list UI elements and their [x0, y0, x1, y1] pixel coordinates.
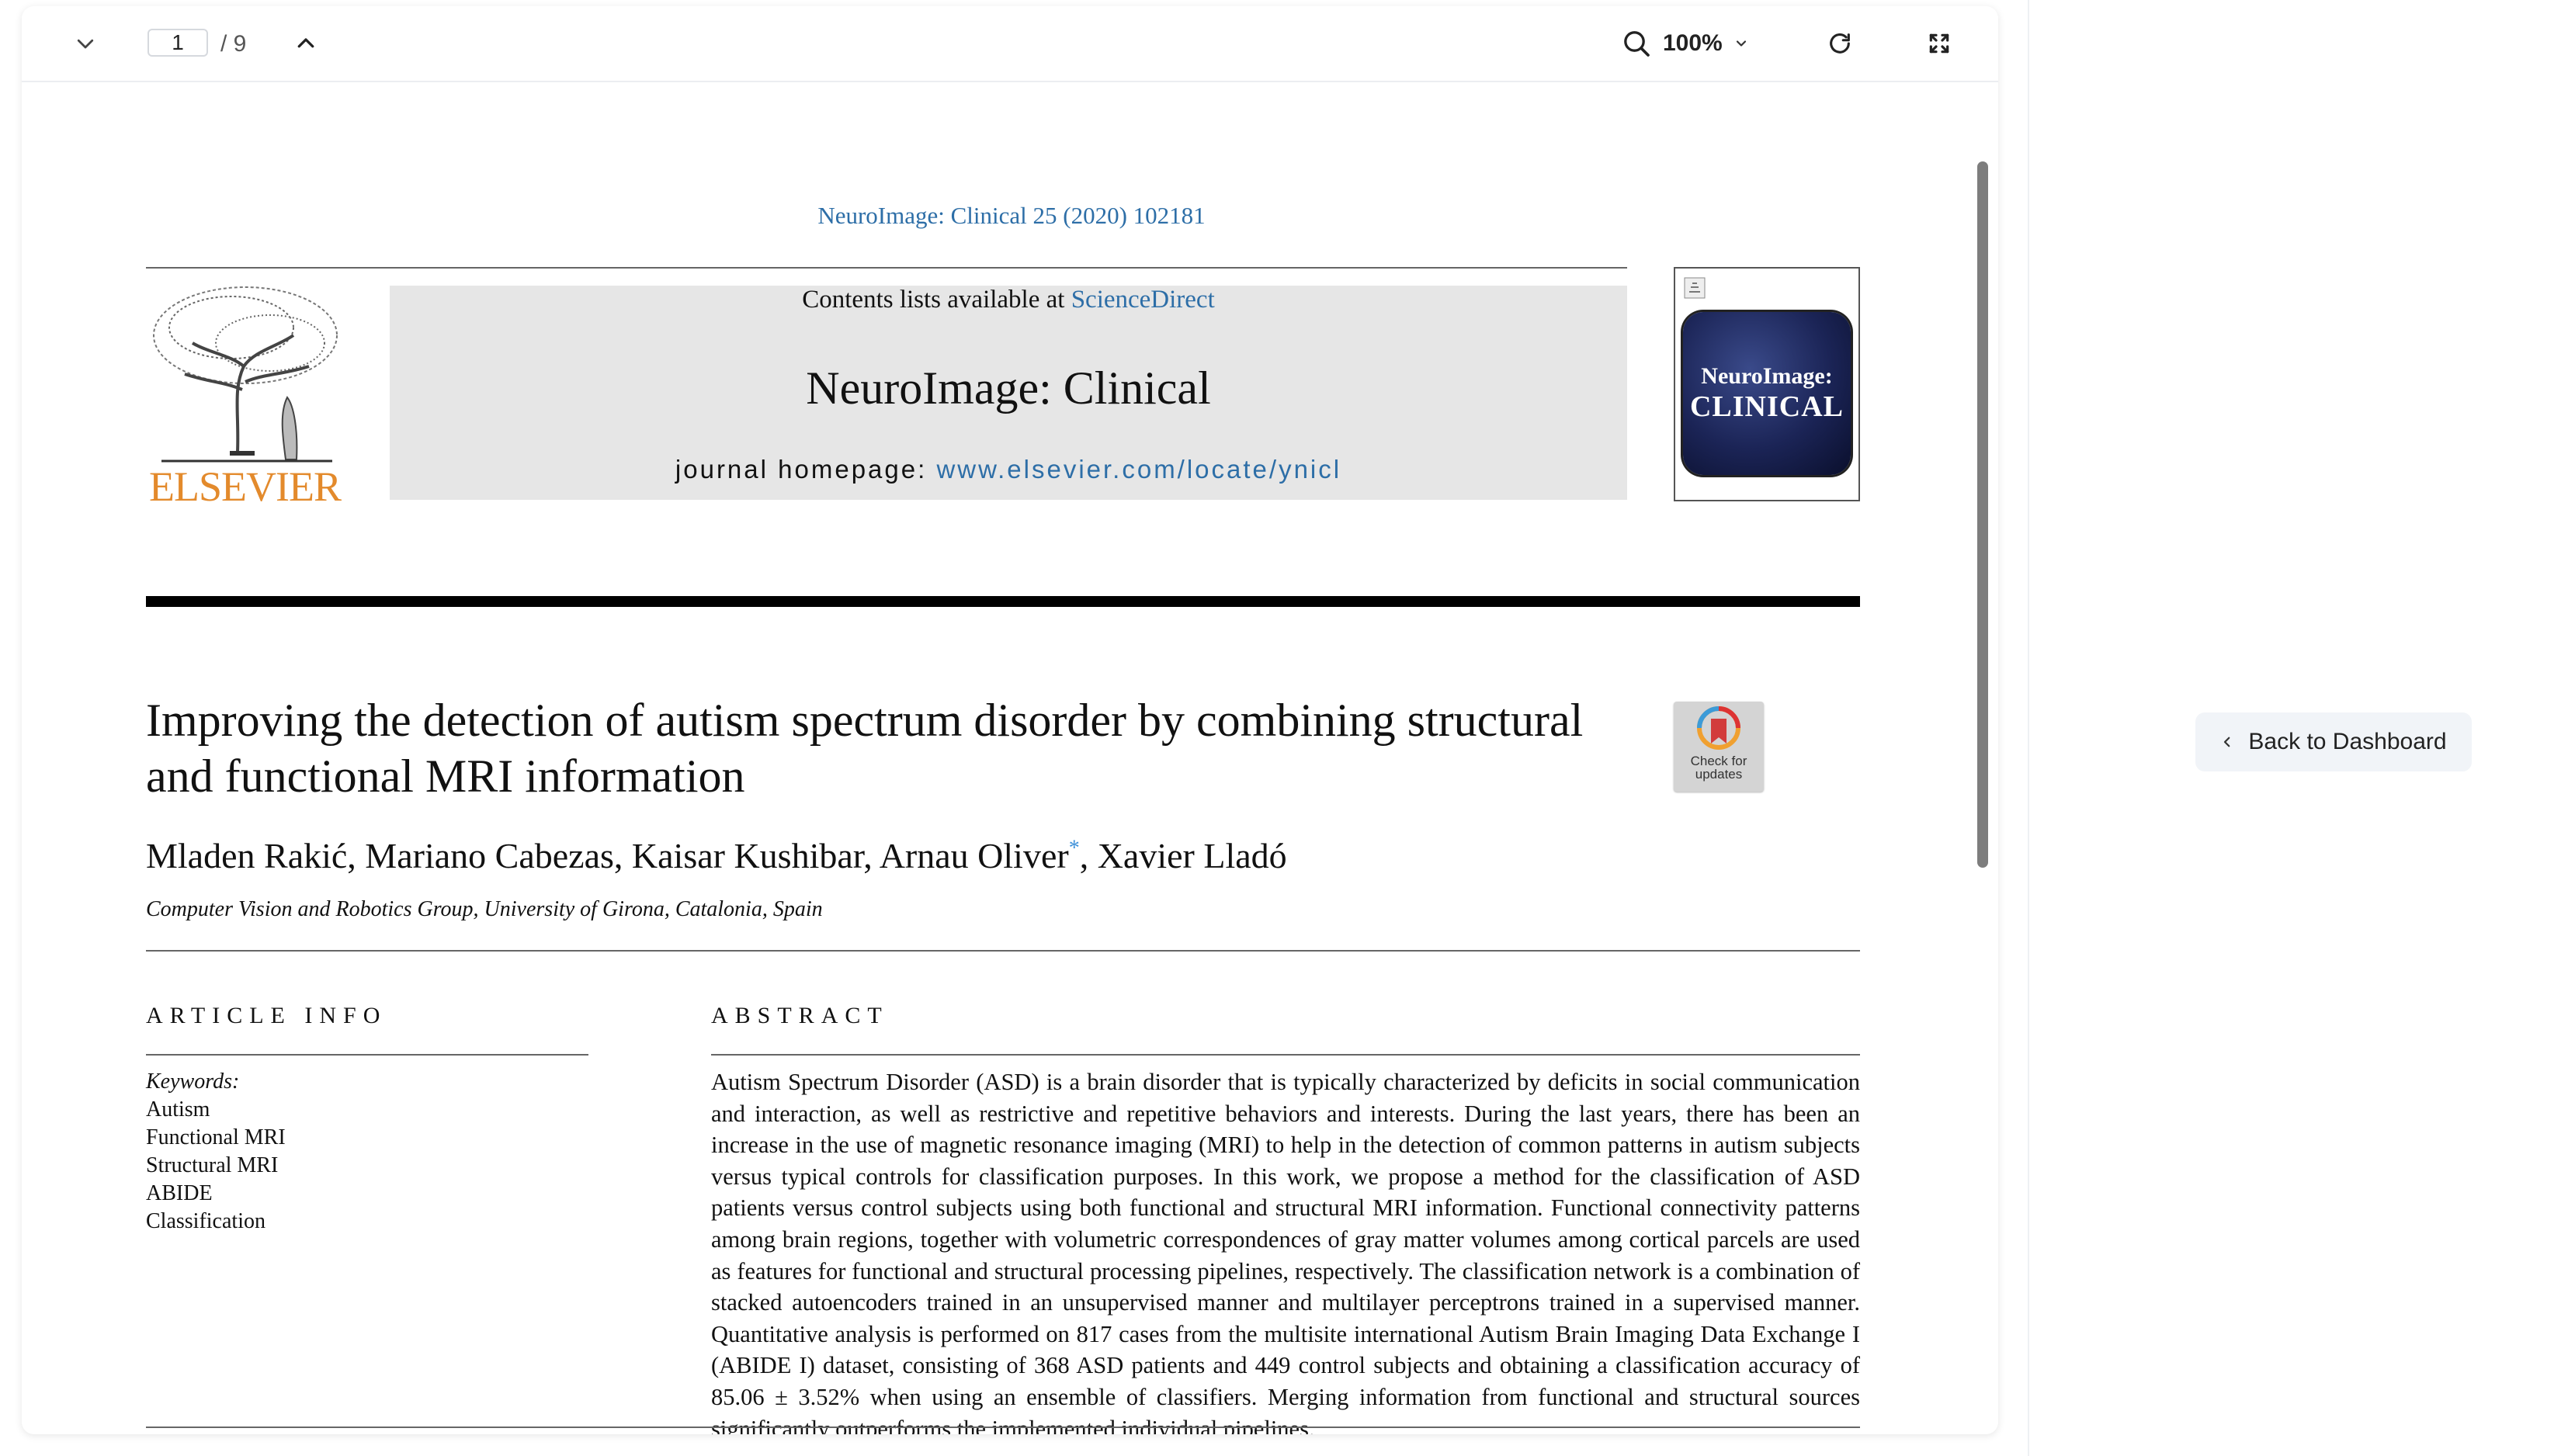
cover-logo-icon — [1684, 277, 1706, 299]
journal-name: NeuroImage: Clinical — [806, 362, 1211, 414]
cover-title-line2: CLINICAL — [1689, 390, 1844, 423]
elsevier-tree-logo — [153, 286, 338, 463]
vertical-scrollbar[interactable] — [1977, 161, 1988, 868]
chevron-down-icon — [1736, 40, 1746, 47]
chevron-down-icon — [77, 39, 94, 49]
page-total: / 9 — [220, 31, 247, 57]
refresh-icon — [1830, 33, 1850, 54]
header-rule — [146, 267, 1627, 269]
authors-part1: Mladen Rakić, Mariano Cabezas, Kaisar Ku… — [146, 836, 1069, 875]
article-info-rule — [146, 1054, 588, 1056]
keywords-heading: Keywords: — [146, 1069, 240, 1094]
badge-label: Check for updates — [1674, 754, 1764, 781]
corresponding-author-mark[interactable]: * — [1069, 837, 1080, 861]
abstract-rule — [711, 1054, 1860, 1056]
check-for-updates-badge[interactable]: Check for updates — [1674, 702, 1764, 792]
chevron-up-icon — [297, 38, 314, 48]
badge-label-line2: updates — [1695, 767, 1743, 782]
abstract-end-rule — [146, 1427, 1860, 1428]
section-divider — [146, 950, 1860, 952]
keyword-item: Autism — [146, 1097, 210, 1121]
keyword-item: Functional MRI — [146, 1125, 286, 1149]
page-number-input[interactable] — [147, 29, 208, 57]
pdf-page: NeuroImage: Clinical 25 (2020) 102181 EL… — [22, 82, 1970, 1434]
pdf-viewer: / 9 100% NeuroImage: Clinical 25 (2020) … — [22, 6, 1998, 1434]
badge-label-line1: Check for — [1690, 754, 1747, 768]
check-updates-icon — [1697, 706, 1740, 750]
header-thick-rule — [146, 596, 1860, 607]
sciencedirect-link[interactable]: ScienceDirect — [1071, 286, 1215, 314]
next-page-button[interactable] — [68, 26, 102, 61]
panel-divider — [2028, 0, 2029, 1456]
affiliation: Computer Vision and Robotics Group, Univ… — [146, 897, 823, 921]
viewer-toolbar: / 9 100% — [22, 6, 1998, 82]
journal-cover: NeuroImage: CLINICAL — [1674, 267, 1860, 501]
keyword-item: ABIDE — [146, 1181, 213, 1205]
keyword-item: Classification — [146, 1209, 265, 1233]
abstract-heading: ABSTRACT — [711, 1003, 889, 1028]
cover-title-line1: NeuroImage: — [1701, 363, 1833, 389]
previous-page-button[interactable] — [289, 26, 323, 61]
article-info-heading: ARTICLE INFO — [146, 1003, 387, 1028]
contents-prefix: Contents lists available at — [802, 286, 1071, 314]
zoom-dropdown[interactable]: 100% — [1621, 26, 1749, 61]
fullscreen-button[interactable] — [1922, 26, 1956, 61]
authors-part2: , Xavier Lladó — [1079, 836, 1287, 875]
zoom-level: 100% — [1663, 30, 1723, 56]
chevron-left-icon — [2224, 737, 2230, 747]
homepage-link[interactable]: www.elsevier.com/locate/ynicl — [936, 455, 1341, 484]
authors: Mladen Rakić, Mariano Cabezas, Kaisar Ku… — [146, 835, 1287, 876]
keyword-item: Structural MRI — [146, 1153, 279, 1177]
search-icon — [1624, 31, 1650, 57]
elsevier-wordmark: ELSEVIER — [149, 463, 342, 510]
homepage-prefix: journal homepage: — [675, 455, 937, 484]
cover-artwork: NeuroImage: CLINICAL — [1683, 312, 1851, 475]
homepage-line: journal homepage: www.elsevier.com/locat… — [390, 455, 1627, 484]
abstract-text: Autism Spectrum Disorder (ASD) is a brai… — [711, 1069, 1860, 1434]
pdf-page-area[interactable]: NeuroImage: Clinical 25 (2020) 102181 EL… — [22, 82, 1998, 1434]
back-to-dashboard-button[interactable]: Back to Dashboard — [2195, 712, 2472, 771]
rotate-button[interactable] — [1823, 26, 1857, 61]
article-title: Improving the detection of autism spectr… — [146, 695, 1584, 802]
contents-line: Contents lists available at ScienceDirec… — [390, 286, 1627, 314]
back-to-dashboard-label: Back to Dashboard — [2248, 729, 2447, 754]
journal-reference[interactable]: NeuroImage: Clinical 25 (2020) 102181 — [22, 202, 1998, 230]
fullscreen-icon — [1929, 33, 1949, 54]
